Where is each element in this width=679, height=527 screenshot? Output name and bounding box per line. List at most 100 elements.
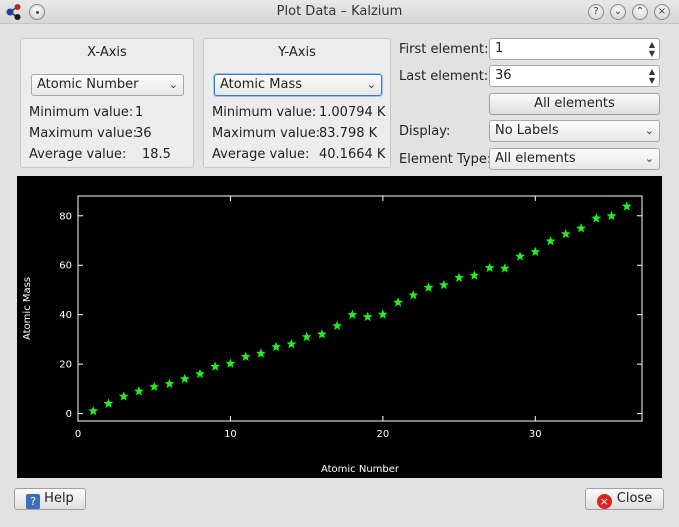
- data-point: [225, 358, 236, 368]
- y-axis-title: Y-Axis: [278, 45, 316, 60]
- x-max-value: 36: [135, 126, 152, 141]
- data-point: [240, 351, 251, 361]
- data-point: [438, 279, 449, 290]
- data-point: [195, 368, 205, 379]
- element-type-label: Element Type:: [399, 152, 492, 167]
- y-max-label: Maximum value:: [212, 126, 321, 141]
- data-point: [286, 338, 297, 349]
- spin-arrows-icon[interactable]: ▲ ▼: [649, 67, 655, 85]
- plot-data-dialog: Plot Data – Kalzium ? ⌄ ⌃ × X-Axis Atomi…: [0, 0, 679, 527]
- data-point: [545, 235, 556, 246]
- x-avg-label: Average value:: [29, 147, 127, 162]
- x-max-label: Maximum value:: [29, 126, 138, 141]
- x-tick-label: 20: [376, 429, 389, 440]
- x-min-value: 1: [135, 105, 144, 120]
- data-point: [591, 213, 602, 223]
- data-point: [164, 378, 175, 389]
- y-avg-label: Average value:: [212, 147, 310, 162]
- axes-frame: [77, 195, 643, 422]
- help-title-button[interactable]: ?: [588, 4, 604, 20]
- first-element-spinbox[interactable]: 1 ▲ ▼: [489, 38, 660, 60]
- y-min-value: 1.00794 K: [319, 105, 386, 120]
- y-tick-label: 60: [59, 261, 72, 272]
- data-point: [118, 391, 129, 401]
- data-point: [316, 329, 327, 339]
- last-element-spinbox[interactable]: 36 ▲ ▼: [489, 65, 660, 87]
- data-point: [621, 201, 632, 211]
- display-label: Display:: [399, 124, 451, 139]
- x-tick-label: 0: [75, 429, 81, 440]
- data-point: [149, 381, 160, 392]
- shade-button[interactable]: ⌄: [610, 4, 626, 20]
- title-bar[interactable]: Plot Data – Kalzium ? ⌄ ⌃ ×: [0, 0, 679, 24]
- data-point: [393, 297, 404, 307]
- y-axis-group: Y-Axis Atomic Mass ⌄ Minimum value: 1.00…: [203, 38, 391, 168]
- close-button-label: Close: [616, 491, 653, 506]
- data-point: [423, 282, 434, 292]
- data-point: [362, 311, 373, 322]
- data-point: [347, 309, 358, 320]
- x-avg-value: 18.5: [142, 147, 171, 162]
- chevron-down-icon: ⌄: [366, 78, 376, 91]
- y-axis-combo[interactable]: Atomic Mass ⌄: [214, 74, 382, 96]
- last-element-value: 36: [495, 68, 512, 83]
- data-point: [469, 270, 480, 280]
- data-point: [88, 405, 99, 416]
- chevron-down-icon: ⌄: [168, 78, 178, 91]
- scatter-plot: 0 10 20 30 0 20 40 60 80 Atomic Number Atomic Mass: [22, 195, 643, 475]
- chevron-up-icon: ⌃: [635, 6, 645, 17]
- data-point: [301, 331, 312, 342]
- question-mark-icon: ?: [593, 6, 599, 17]
- data-point: [332, 320, 343, 331]
- x-axis-label: Atomic Number: [321, 464, 400, 475]
- data-point: [499, 263, 510, 273]
- y-axis-selected: Atomic Mass: [220, 77, 302, 92]
- data-point: [255, 348, 266, 358]
- data-point: [134, 386, 144, 396]
- data-point: [179, 373, 190, 384]
- data-point: [271, 341, 282, 352]
- all-elements-button[interactable]: All elements: [489, 93, 660, 115]
- close-circle-icon: ×: [596, 494, 612, 509]
- first-element-value: 1: [495, 41, 504, 56]
- close-title-button[interactable]: ×: [654, 4, 670, 20]
- data-point: [210, 361, 221, 371]
- x-axis-title: X-Axis: [87, 45, 127, 60]
- y-tick-label: 40: [59, 310, 72, 321]
- x-tick-label: 30: [529, 429, 542, 440]
- x-axis-selected: Atomic Number: [37, 77, 139, 92]
- y-axis-label: Atomic Mass: [22, 277, 33, 340]
- close-button[interactable]: × Close: [585, 488, 664, 510]
- y-tick-label: 80: [59, 211, 72, 222]
- plot-area: 0 10 20 30 0 20 40 60 80 Atomic Number Atomic Mass: [17, 176, 662, 478]
- data-point: [484, 262, 495, 273]
- chevron-down-icon: ⌄: [644, 124, 654, 137]
- y-min-label: Minimum value:: [212, 105, 317, 120]
- y-tick-label: 20: [59, 360, 72, 371]
- data-point: [576, 223, 586, 233]
- chevron-down-icon: ⌄: [644, 152, 654, 165]
- help-button[interactable]: ? Help: [14, 488, 86, 510]
- window-title: Plot Data – Kalzium: [276, 4, 403, 19]
- x-axis-combo[interactable]: Atomic Number ⌄: [31, 74, 184, 96]
- data-point: [606, 210, 617, 221]
- x-min-label: Minimum value:: [29, 105, 134, 120]
- data-point: [515, 251, 525, 261]
- maximize-button[interactable]: ⌃: [632, 4, 648, 20]
- data-point: [560, 228, 571, 239]
- first-element-label: First element:: [399, 42, 489, 57]
- data-point: [454, 272, 465, 282]
- x-tick-label: 10: [224, 429, 237, 440]
- help-button-label: Help: [44, 491, 74, 506]
- last-element-label: Last element:: [399, 69, 489, 84]
- x-axis-group: X-Axis Atomic Number ⌄ Minimum value: 1 …: [20, 38, 194, 168]
- y-max-value: 83.798 K: [319, 126, 378, 141]
- data-point: [103, 398, 114, 408]
- data-point: [408, 290, 419, 300]
- chevron-down-icon: ⌄: [613, 6, 623, 17]
- spin-arrows-icon[interactable]: ▲ ▼: [649, 40, 655, 58]
- element-type-combo[interactable]: All elements ⌄: [489, 148, 660, 170]
- display-selected: No Labels: [495, 123, 559, 138]
- display-combo[interactable]: No Labels ⌄: [489, 120, 660, 142]
- help-book-icon: ?: [26, 494, 41, 509]
